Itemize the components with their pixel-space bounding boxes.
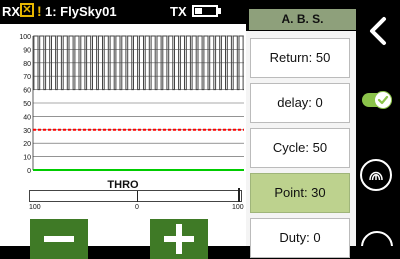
throttle-position-marker (238, 188, 240, 202)
back-button[interactable] (356, 0, 400, 62)
home-button[interactable] (360, 230, 394, 259)
circle-icon (361, 231, 393, 259)
waveform-svg: 1009080706050403020100 (19, 34, 244, 175)
y-tick-label: 0 (27, 168, 31, 175)
y-tick-label: 10 (23, 155, 31, 162)
warning-icon: ! (37, 3, 42, 19)
throttle-center-mark (137, 191, 138, 202)
y-tick-label: 50 (23, 101, 31, 108)
throttle-scale-right: 100 (232, 204, 244, 211)
y-tick-label: 100 (19, 34, 31, 41)
point-button[interactable]: Point: 30 (250, 173, 350, 213)
enable-toggle[interactable] (361, 89, 393, 116)
toggle-on-icon (362, 91, 392, 109)
return-button[interactable]: Return: 50 (250, 38, 350, 78)
y-tick-label: 60 (23, 88, 31, 95)
duty-button[interactable]: Duty: 0 (250, 218, 350, 258)
y-tick-label: 70 (23, 74, 31, 81)
model-name: 1: FlySky01 (45, 4, 117, 19)
delay-button[interactable]: delay: 0 (250, 83, 350, 123)
parameter-panel: Return: 50 delay: 0 Cycle: 50 Point: 30 … (246, 31, 356, 258)
chevron-left-icon (370, 17, 386, 45)
abs-waveform-chart: 100 90 80 70 60 50 40 30 20 10 0 (0, 24, 246, 178)
decrease-button[interactable] (30, 219, 88, 259)
throttle-bar (29, 190, 242, 202)
y-tick-label: 20 (23, 141, 31, 148)
throttle-indicator: THRO 100 0 100 (0, 178, 246, 213)
plus-icon (164, 224, 194, 254)
y-tick-label: 90 (23, 47, 31, 54)
touch-icon (360, 159, 392, 191)
tx-label: TX (170, 4, 187, 19)
y-tick-label: 80 (23, 61, 31, 68)
rx-disconnected-icon: ✕ (20, 3, 34, 17)
cycle-button[interactable]: Cycle: 50 (250, 128, 350, 168)
y-tick-label: 40 (23, 114, 31, 121)
tx-battery-icon (192, 5, 218, 17)
minus-icon (44, 236, 74, 242)
throttle-scale-mid: 0 (135, 204, 139, 211)
throttle-scale-left: 100 (29, 204, 41, 211)
y-tick-label: 30 (23, 128, 31, 135)
page-title: A. B. S. (249, 9, 356, 30)
increase-button[interactable] (150, 219, 208, 259)
status-bar: RX ✕ ! 1: FlySky01 TX (0, 0, 246, 24)
adjust-buttons (0, 213, 246, 259)
battery-tip (218, 8, 221, 14)
touch-button[interactable] (359, 158, 393, 197)
rx-label: RX (2, 4, 21, 19)
